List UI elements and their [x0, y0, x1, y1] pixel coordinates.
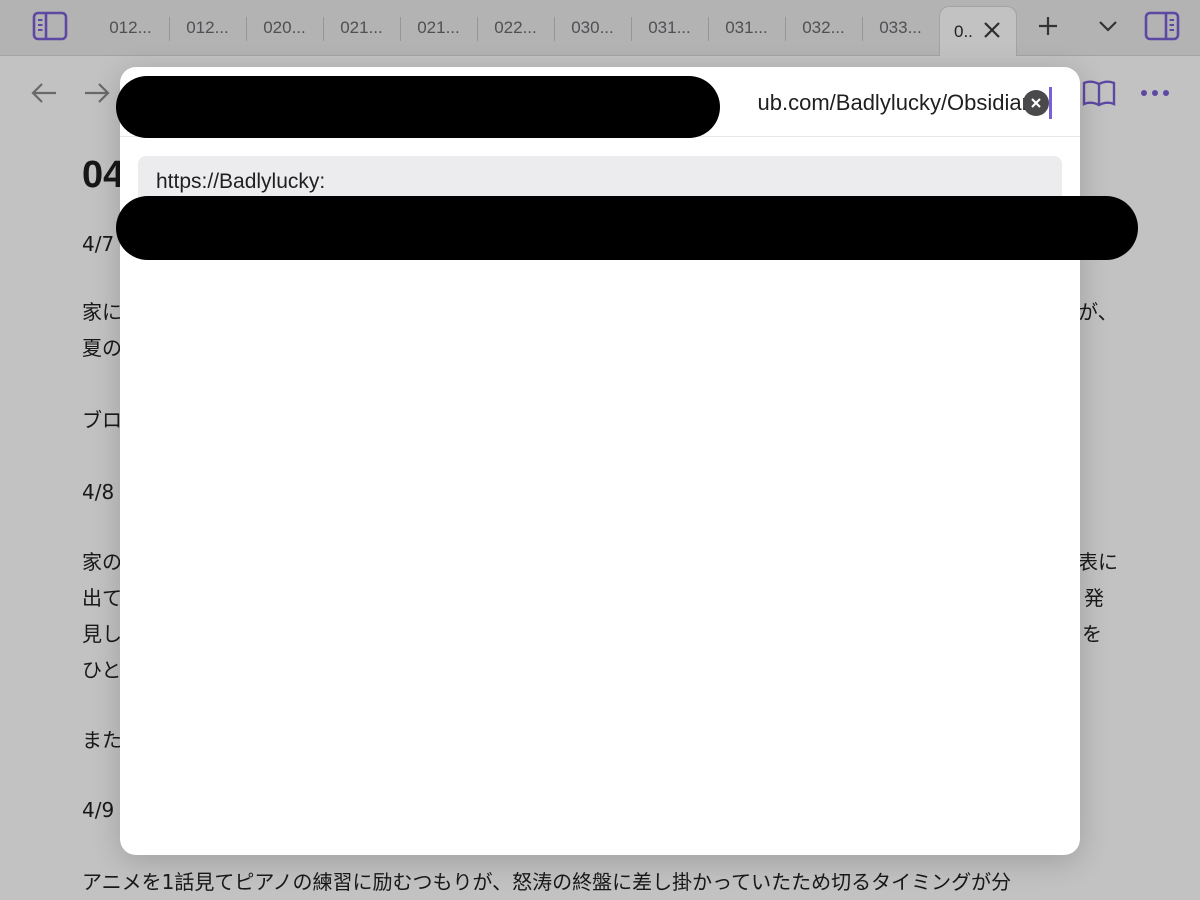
url-input-value: ub.com/Badlylucky/Obsidian. — [757, 90, 1040, 115]
text-cursor — [1049, 87, 1052, 119]
url-modal: ub.com/Badlylucky/Obsidian. https://Badl… — [120, 67, 1080, 855]
suggestion-text: https://Badlylucky: — [156, 170, 326, 193]
redaction-mark — [116, 196, 1138, 260]
redaction-mark — [116, 76, 720, 138]
clear-icon[interactable] — [1023, 90, 1049, 116]
